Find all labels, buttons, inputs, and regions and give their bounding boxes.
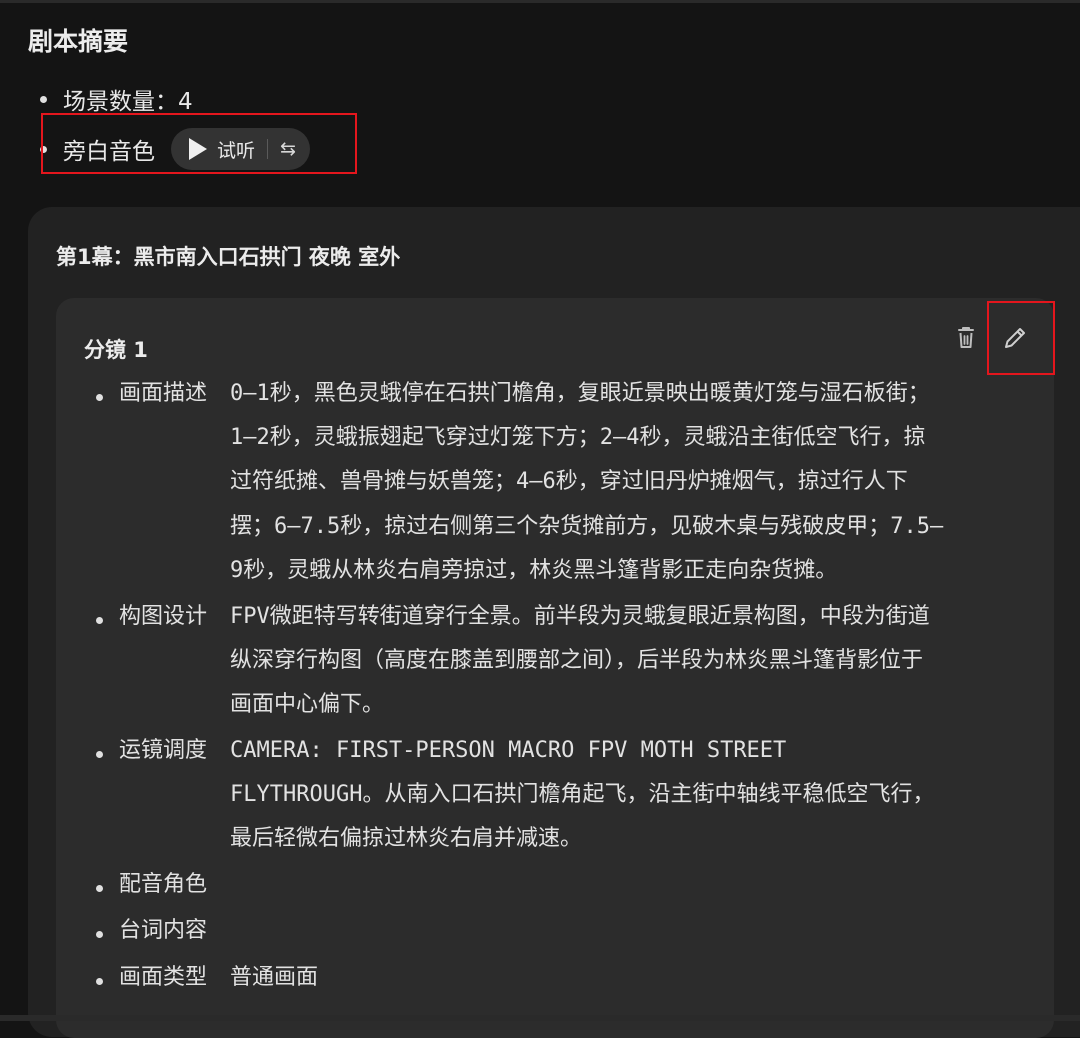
field-voice-role: 配音角色 [96,863,1036,907]
text-line: 画面中心偏下。 [230,692,385,718]
text-line: 过符纸摊、兽骨摊与妖兽笼；4–6秒，穿过旧丹炉摊烟气，掠过行人下 [230,469,908,495]
text-line: 普通画面 [230,965,319,990]
bullet-dot [40,96,47,103]
field-camera-movement: 运镜调度 CAMERA: FIRST-PERSON MACRO FPV MOTH… [96,729,1036,861]
field-scene-description: 画面描述 0–1秒，黑色灵蛾停在石拱门檐角，复眼近景映出暖黄灯笼与湿石板街； 1… [96,372,1036,592]
text-line: 1–2秒，灵蛾振翅起飞穿过灯笼下方；2–4秒，灵蛾沿主街低空飞行，掠 [230,425,926,451]
bottom-divider [0,1015,1080,1021]
field-label: 配音角色 [119,872,208,897]
text-line: 9秒，灵蛾从林炎右肩旁掠过，林炎黑斗篷背影正走向杂货摊。 [230,557,838,583]
field-label: 运镜调度 [119,738,208,763]
field-value: 0–1秒，黑色灵蛾停在石拱门檐角，复眼近景映出暖黄灯笼与湿石板街； 1–2秒，灵… [230,372,1030,593]
shot-title: 分镜 1 [84,338,148,362]
text-line: 最后轻微右偏掠过林炎右肩并减速。 [230,826,583,852]
page-title: 剧本摘要 [28,27,129,56]
field-label: 台词内容 [119,918,208,943]
text-line: 0–1秒，黑色灵蛾停在石拱门檐角，复眼近景映出暖黄灯笼与湿石板街； [230,381,930,406]
field-value: FPV微距特写转街道穿行全景。前半段为灵蛾复眼近景构图，中段为街道 纵深穿行构图… [230,595,1030,728]
text-line: CAMERA: FIRST-PERSON MACRO FPV MOTH STRE… [230,738,787,763]
field-value: 普通画面 [230,956,1030,1000]
text-line: FPV微距特写转街道穿行全景。前半段为灵蛾复眼近景构图，中段为街道 [230,604,930,629]
bullet-dot [96,394,103,401]
field-composition: 构图设计 FPV微距特写转街道穿行全景。前半段为灵蛾复眼近景构图，中段为街道 纵… [96,595,1036,727]
field-value: CAMERA: FIRST-PERSON MACRO FPV MOTH STRE… [230,729,1030,862]
field-dialogue: 台词内容 [96,909,1036,953]
bullet-dot [96,931,103,938]
scene-title: 第1幕：黑市南入口石拱门 夜晚 室外 [56,245,401,269]
annotation-highlight-edit [987,301,1055,375]
annotation-highlight-voice [41,113,357,174]
text-line: 摆；6–7.5秒，掠过右侧第三个杂货摊前方，见破木桌与残破皮甲；7.5– [230,513,944,539]
top-divider [0,0,1080,3]
bullet-dot [96,617,103,624]
bullet-dot [96,978,103,985]
bullet-dot [96,885,103,892]
field-label: 画面类型 [119,965,208,990]
text-line: 纵深穿行构图（高度在膝盖到腰部之间），后半段为林炎黑斗篷背影位于 [230,648,924,674]
bullet-dot [96,751,103,758]
field-label: 画面描述 [119,381,208,406]
scene-count-text: 场景数量：4 [63,89,193,115]
field-frame-type: 画面类型 普通画面 [96,956,1036,1000]
field-label: 构图设计 [119,604,208,629]
text-line: FLYTHROUGH。从南入口石拱门檐角起飞，沿主街中轴线平稳低空飞行， [230,782,935,808]
trash-icon[interactable] [951,322,981,352]
